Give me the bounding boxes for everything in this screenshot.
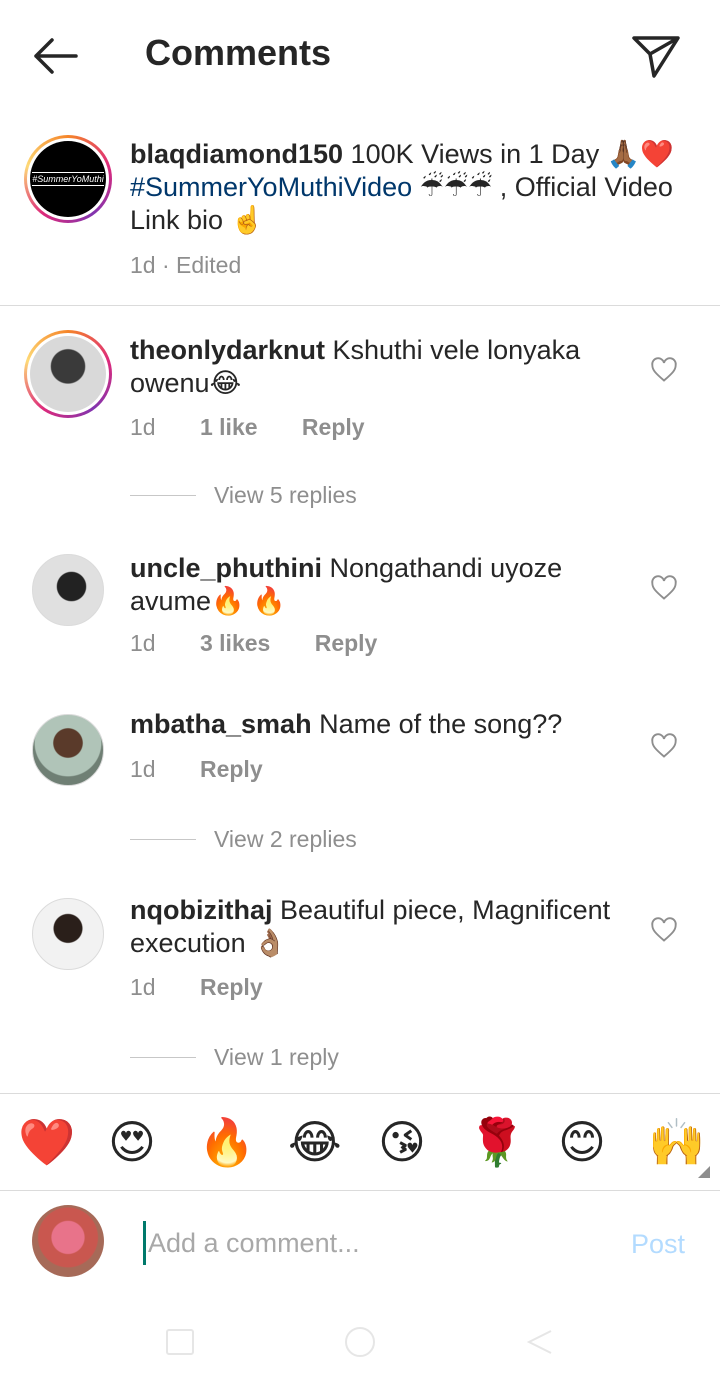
comments-screen: Comments #SummerYoMuthi blaqdiamond150 1… — [0, 0, 720, 1387]
emoji-heart-eyes[interactable]: 😍 — [108, 1116, 156, 1168]
resize-corner-icon — [698, 1166, 710, 1178]
avatar-logo-text: #SummerYoMuthi — [32, 172, 104, 186]
comment-meta: 1d Reply — [130, 756, 263, 783]
divider — [130, 839, 196, 840]
heart-icon[interactable] — [650, 356, 678, 384]
comment-username[interactable]: nqobizithaj — [130, 895, 272, 925]
comment-composer: Post — [0, 1191, 720, 1301]
avatar[interactable]: #SummerYoMuthi — [24, 135, 112, 223]
direct-message-icon[interactable] — [628, 30, 684, 82]
comment-likes[interactable]: 1 like — [200, 414, 258, 440]
divider — [130, 495, 196, 496]
avatar[interactable] — [32, 554, 104, 626]
comment-username[interactable]: mbatha_smah — [130, 709, 312, 739]
emoji-fire[interactable]: 🔥 — [198, 1116, 255, 1168]
reply-button[interactable]: Reply — [200, 974, 263, 1000]
comment-text: mbatha_smah Name of the song?? — [130, 708, 630, 741]
comment-time: 1d — [130, 414, 156, 440]
system-nav-bar — [0, 1301, 720, 1387]
comment-username[interactable]: theonlydarknut — [130, 335, 325, 365]
view-replies-button[interactable]: View 1 reply — [130, 1044, 339, 1071]
divider — [130, 1057, 196, 1058]
caption-time: 1d — [130, 252, 156, 278]
caption-separator: · — [155, 252, 177, 278]
view-replies-label: View 2 replies — [214, 826, 357, 852]
avatar[interactable] — [32, 898, 104, 970]
emoji-heart[interactable]: ❤️ — [18, 1116, 75, 1168]
heart-icon[interactable] — [650, 916, 678, 944]
emoji-raised-hands[interactable]: 🙌 — [648, 1116, 705, 1168]
emoji-smile[interactable]: 😊 — [558, 1116, 606, 1168]
comment-time: 1d — [130, 630, 156, 656]
caption-meta: 1d · Edited — [130, 252, 241, 279]
comment-time: 1d — [130, 756, 156, 782]
reply-button[interactable]: Reply — [200, 756, 263, 782]
post-button[interactable]: Post — [631, 1229, 685, 1260]
comment-meta: 1d 1 like Reply — [130, 414, 365, 441]
emoji-quick-bar: ❤️ 😍 🔥 😂 😘 🌹 😊 🙌 — [0, 1093, 720, 1191]
comment-meta: 1d Reply — [130, 974, 263, 1001]
view-replies-label: View 1 reply — [214, 1044, 339, 1070]
comment-time: 1d — [130, 974, 156, 1000]
caption-body-start: 100K Views in 1 Day 🙏🏾❤️ — [343, 139, 674, 169]
emoji-tears-of-joy[interactable]: 😂 — [288, 1116, 342, 1168]
nav-back-icon[interactable] — [525, 1327, 555, 1357]
comment-username[interactable]: uncle_phuthini — [130, 553, 322, 583]
page-title: Comments — [145, 32, 332, 73]
reply-button[interactable]: Reply — [315, 630, 378, 656]
view-replies-button[interactable]: View 5 replies — [130, 482, 357, 509]
comment-likes[interactable]: 3 likes — [200, 630, 270, 656]
post-caption: #SummerYoMuthi blaqdiamond150 100K Views… — [0, 110, 720, 306]
avatar — [32, 1205, 104, 1277]
recent-apps-icon[interactable] — [166, 1329, 194, 1355]
header: Comments — [0, 0, 720, 110]
view-replies-button[interactable]: View 2 replies — [130, 826, 357, 853]
avatar[interactable] — [32, 714, 104, 786]
comment-text: nqobizithaj Beautiful piece, Magnificent… — [130, 894, 630, 960]
view-replies-label: View 5 replies — [214, 482, 357, 508]
home-icon[interactable] — [345, 1327, 375, 1357]
heart-icon[interactable] — [650, 574, 678, 602]
caption-text: blaqdiamond150 100K Views in 1 Day 🙏🏾❤️ … — [130, 138, 690, 237]
comment-input[interactable] — [143, 1221, 603, 1265]
comment-body: Name of the song?? — [311, 709, 563, 739]
avatar[interactable] — [24, 330, 112, 418]
reply-button[interactable]: Reply — [302, 414, 365, 440]
emoji-kiss[interactable]: 😘 — [378, 1116, 426, 1168]
heart-icon[interactable] — [650, 732, 678, 760]
comment-text: theonlydarknut Kshuthi vele lonyaka owen… — [130, 334, 630, 400]
back-arrow-icon[interactable] — [28, 32, 84, 80]
emoji-rose[interactable]: 🌹 — [468, 1116, 525, 1168]
caption-username[interactable]: blaqdiamond150 — [130, 139, 343, 169]
comment-meta: 1d 3 likes Reply — [130, 630, 377, 657]
caption-hashtag[interactable]: #SummerYoMuthiVideo — [130, 172, 412, 202]
caption-edited: Edited — [176, 252, 242, 278]
comment-text: uncle_phuthini Nongathandi uyoze avume🔥 … — [130, 552, 630, 618]
